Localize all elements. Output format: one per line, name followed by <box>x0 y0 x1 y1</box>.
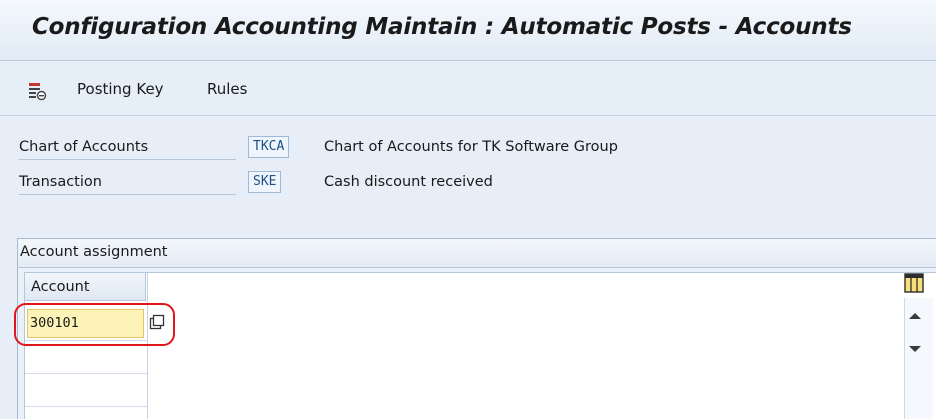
chart-of-accounts-field[interactable]: TKCA <box>248 136 290 158</box>
posting-key-button[interactable]: Posting Key <box>77 80 164 98</box>
table-row-divider <box>25 373 147 374</box>
highlight-annotation <box>14 303 175 346</box>
column-header-account[interactable]: Account <box>25 273 146 301</box>
column-settings-icon[interactable] <box>904 272 924 294</box>
scroll-down-icon[interactable] <box>909 346 921 352</box>
chart-of-accounts-label: Chart of Accounts <box>19 135 236 160</box>
group-title: Account assignment <box>20 244 168 260</box>
table-row-divider <box>25 406 147 407</box>
transaction-description: Cash discount received <box>324 174 493 190</box>
title-bar: Configuration Accounting Maintain : Auto… <box>0 0 936 61</box>
transaction-field[interactable]: SKE <box>248 171 282 193</box>
scroll-up-icon[interactable] <box>909 313 921 319</box>
transaction-label: Transaction <box>19 170 236 195</box>
window-title: Configuration Accounting Maintain : Auto… <box>32 14 852 40</box>
rules-button[interactable]: Rules <box>207 80 247 98</box>
chart-of-accounts-description: Chart of Accounts for TK Software Group <box>324 139 618 155</box>
list-settings-icon[interactable] <box>27 81 47 101</box>
sap-window: Configuration Accounting Maintain : Auto… <box>0 0 936 419</box>
